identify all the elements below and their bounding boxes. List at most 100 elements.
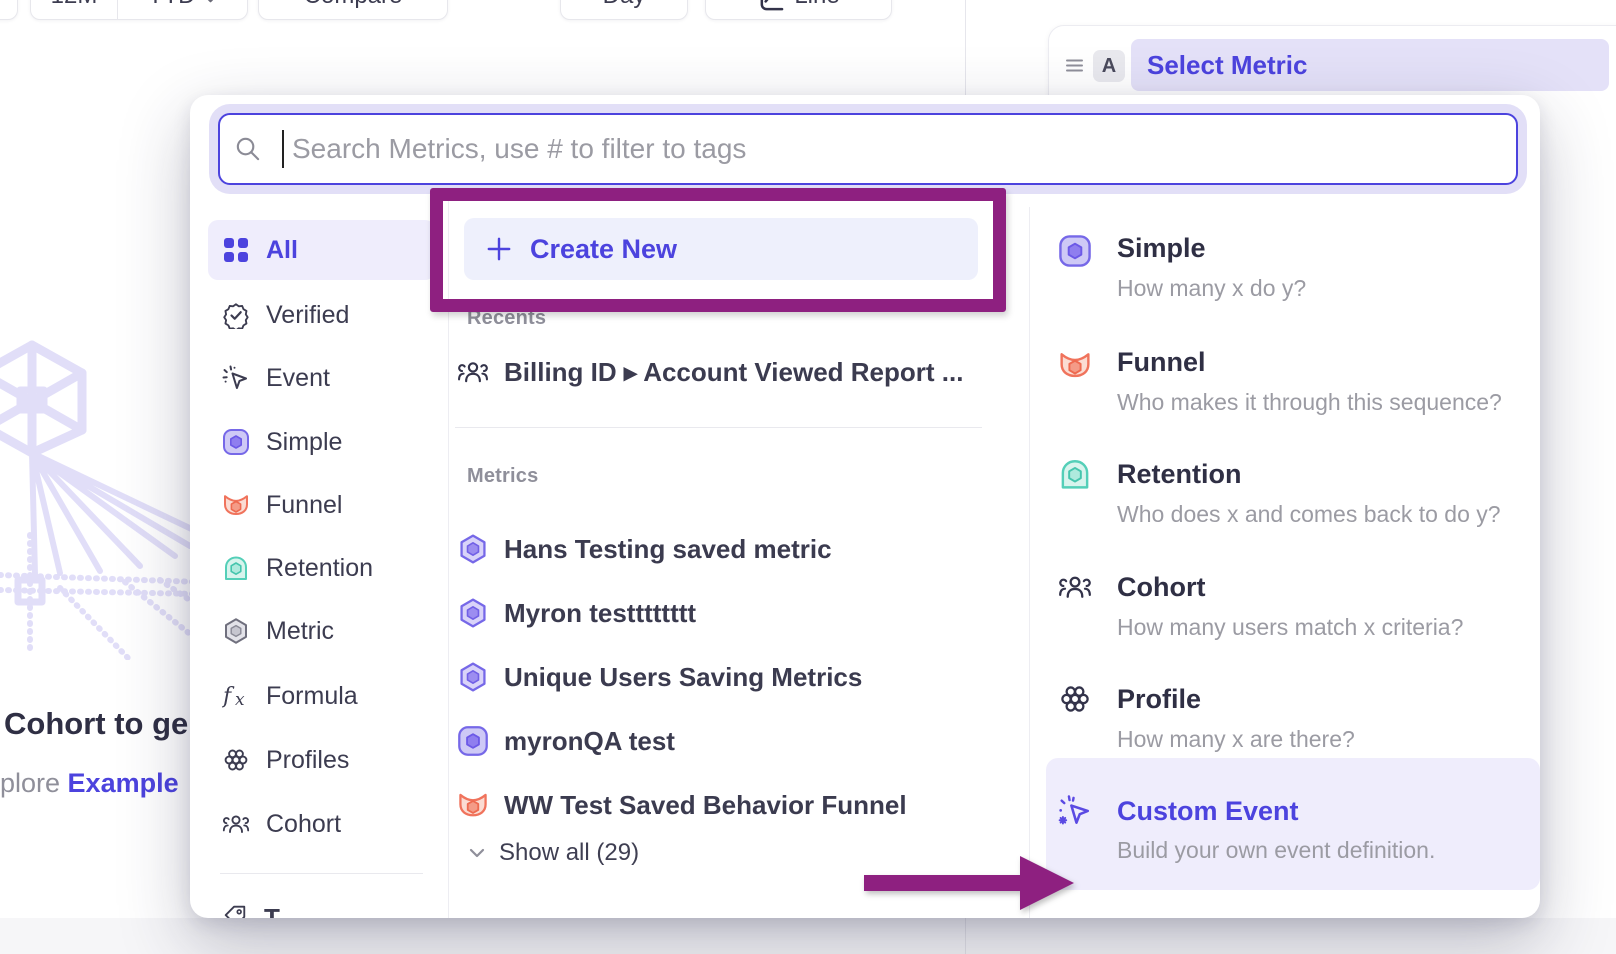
metric-list-item[interactable]: myronQA test (457, 717, 997, 765)
type-cohort-description: How many users match x criteria? (1117, 613, 1463, 641)
retention-icon (1058, 457, 1092, 491)
sidebar-item-verified[interactable]: Verified (208, 285, 435, 345)
simple-metric-icon (457, 725, 489, 757)
sidebar-item-funnel[interactable]: Funnel (208, 475, 435, 535)
columns-divider (1029, 207, 1030, 918)
event-cursor-icon (222, 364, 250, 392)
retention-icon (222, 554, 250, 582)
metric-list-item[interactable]: Hans Testing saved metric (457, 525, 997, 573)
annotation-arrow-shaft (864, 875, 1022, 891)
type-profile-description: How many x are there? (1117, 725, 1355, 753)
metric-list-item[interactable]: Myron testttttttt (457, 589, 997, 637)
type-funnel[interactable]: Funnel (1117, 346, 1206, 378)
background-explore-text: plore Example (0, 768, 179, 799)
type-custom-event[interactable]: Custom Event (1117, 795, 1299, 827)
type-retention[interactable]: Retention (1117, 458, 1242, 490)
chevron-down-icon (203, 0, 218, 4)
search-input[interactable] (218, 113, 1518, 185)
line-chart-icon (757, 0, 784, 13)
annotation-highlight-box (430, 188, 1006, 312)
type-cohort[interactable]: Cohort (1117, 571, 1205, 603)
sidebar-item-event[interactable]: Event (208, 348, 435, 408)
chart-type-line-button[interactable]: Line (705, 0, 892, 20)
range-ytd-label: YTD (148, 0, 196, 10)
search-icon (234, 135, 261, 162)
sidebar-section-divider (220, 873, 423, 874)
drag-handle-icon[interactable] (1065, 56, 1084, 75)
sidebar-item-label: Metric (266, 617, 334, 646)
metric-item-label: Hans Testing saved metric (504, 534, 832, 565)
empty-state-wireframe-illustration (0, 330, 200, 660)
sidebar-item-label: Retention (266, 554, 373, 583)
type-funnel-description: Who makes it through this sequence? (1117, 388, 1502, 416)
text-caret (282, 130, 284, 168)
sidebar-item-label: All (266, 236, 298, 265)
example-link[interactable]: Example (68, 768, 179, 798)
metric-item-label: Myron testttttttt (504, 598, 696, 629)
sidebar-item-profiles[interactable]: Profiles (208, 730, 435, 790)
formula-icon (222, 682, 250, 710)
funnel-icon (457, 789, 489, 821)
sidebar-item-label: Formula (266, 682, 358, 711)
sidebar-item-label: Simple (266, 428, 342, 457)
metric-item-label: WW Test Saved Behavior Funnel (504, 790, 907, 821)
annotation-arrow (864, 856, 1074, 910)
sidebar-item-truncated[interactable]: T (222, 903, 280, 918)
compare-button[interactable]: Compare (258, 0, 448, 20)
sidebar-item-metric[interactable]: Metric (208, 601, 435, 661)
type-profile[interactable]: Profile (1117, 683, 1201, 715)
grid-icon (222, 236, 250, 264)
select-metric-button[interactable]: Select Metric (1131, 39, 1609, 91)
custom-event-icon (1058, 794, 1092, 828)
sidebar-item-formula[interactable]: Formula (208, 666, 435, 726)
recent-item-label: Billing ID ▸ Account Viewed Report ... (504, 357, 963, 388)
profiles-icon (1058, 682, 1092, 716)
explore-prefix-fragment: plore (0, 768, 68, 798)
date-range-segmented-control: 12M YTD (30, 0, 248, 20)
cohort-icon (222, 810, 250, 838)
recents-divider (455, 427, 982, 428)
funnel-icon (1058, 348, 1092, 382)
interval-day-button[interactable]: Day (560, 0, 688, 20)
type-simple[interactable]: Simple (1117, 232, 1206, 264)
metric-hexagon-icon (222, 617, 250, 645)
sidebar-item-label: Verified (266, 301, 349, 330)
sidebar-item-simple[interactable]: Simple (208, 412, 435, 472)
metric-row-badge: A (1093, 50, 1125, 82)
chevron-down-icon (469, 847, 485, 859)
saved-metric-icon (457, 533, 489, 565)
metric-item-label: Unique Users Saving Metrics (504, 662, 862, 693)
metric-item-label: myronQA test (504, 726, 675, 757)
type-custom-event-description: Build your own event definition. (1117, 836, 1435, 864)
type-retention-description: Who does x and comes back to do y? (1117, 500, 1501, 528)
recent-item[interactable]: Billing ID ▸ Account Viewed Report ... (457, 348, 997, 396)
range-12m-button[interactable]: 12M (31, 0, 117, 19)
sidebar-item-label: Profiles (266, 746, 349, 775)
annotation-arrow-head (1020, 856, 1074, 910)
funnel-icon (222, 491, 250, 519)
sidebar-item-label: T (264, 903, 280, 918)
verified-badge-icon (222, 301, 250, 329)
sidebar-item-all[interactable]: All (208, 220, 435, 280)
sidebar-item-retention[interactable]: Retention (208, 538, 435, 598)
profiles-icon (222, 746, 250, 774)
cohort-icon (1058, 570, 1092, 604)
simple-metric-icon (222, 428, 250, 456)
simple-metric-icon (1058, 234, 1092, 268)
range-12m-label: 12M (51, 0, 98, 10)
range-ytd-button[interactable]: YTD (117, 0, 247, 19)
sidebar-item-label: Event (266, 364, 330, 393)
metrics-heading: Metrics (467, 465, 538, 488)
tag-icon (222, 903, 248, 918)
app-screen: Cohort to ge plore Example 12M YTD Compa… (0, 0, 1616, 954)
sidebar-item-cohort[interactable]: Cohort (208, 794, 435, 854)
metric-list-item[interactable]: Unique Users Saving Metrics (457, 653, 997, 701)
toolbar-button-fragment[interactable] (0, 0, 18, 20)
cohort-icon (457, 356, 489, 388)
show-all-button[interactable]: Show all (29) (469, 835, 869, 871)
page-bottom-strip (0, 918, 1616, 954)
sidebar-item-label: Funnel (266, 491, 342, 520)
metric-list-item[interactable]: WW Test Saved Behavior Funnel (457, 781, 997, 829)
saved-metric-icon (457, 661, 489, 693)
chart-type-label: Line (794, 0, 839, 10)
